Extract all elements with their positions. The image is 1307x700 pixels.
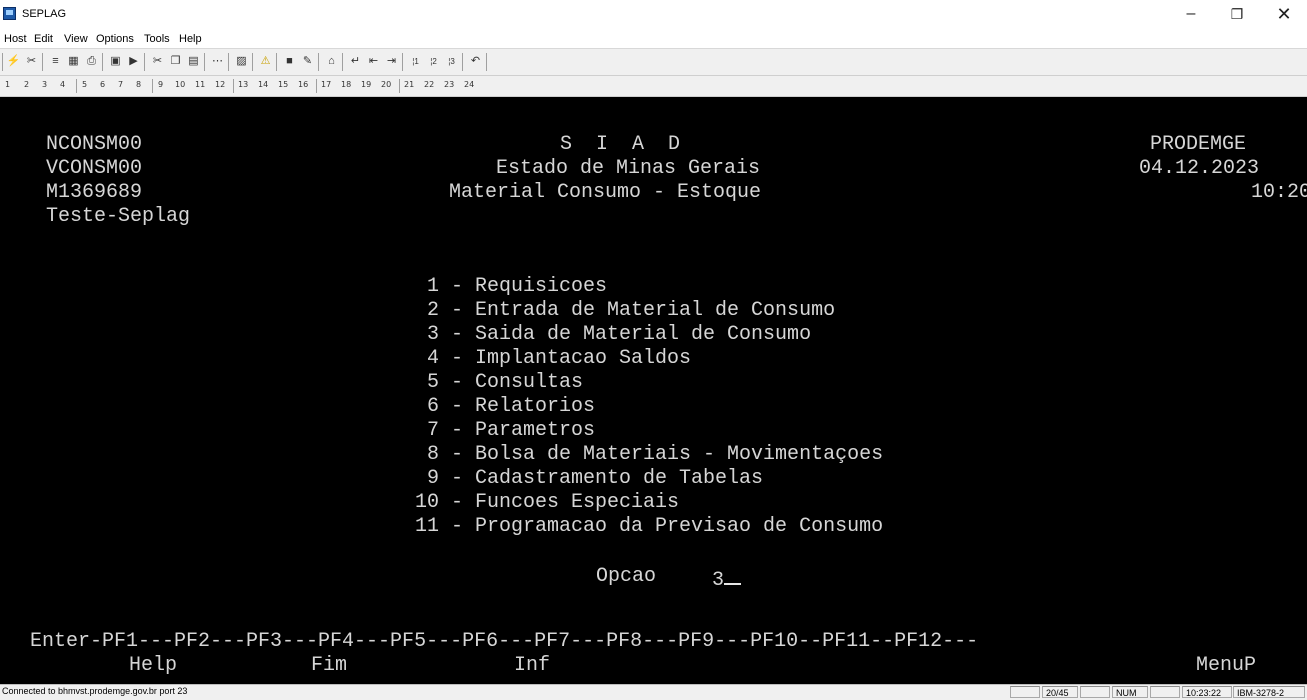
tab-icon[interactable]: ⇥ — [384, 54, 399, 69]
pf15-key[interactable]: 15 — [278, 80, 288, 89]
menu-option-6: 6 - Relatorios — [415, 395, 596, 418]
pf20-key[interactable]: 20 — [381, 80, 391, 89]
pf23-key[interactable]: 23 — [444, 80, 454, 89]
transaction-id: VCONSM00 — [46, 157, 143, 180]
pf3-help-label: Fim — [311, 654, 348, 677]
menu-option-5: 5 - Consultas — [415, 371, 584, 394]
pf14-key[interactable]: 14 — [258, 80, 268, 89]
pf19-key[interactable]: 19 — [361, 80, 371, 89]
menu-tools[interactable]: Tools — [144, 33, 170, 45]
pf17-key[interactable]: 17 — [321, 80, 331, 89]
user-id: M1369689 — [46, 181, 143, 204]
option-value[interactable]: 3 — [712, 569, 724, 592]
terminal-screen[interactable]: NCONSM00 VCONSM00 M1369689 Teste-Seplag … — [0, 97, 1307, 684]
more-icon[interactable]: ⋯ — [210, 54, 225, 69]
menu-edit[interactable]: Edit — [34, 33, 53, 45]
menu-option-8: 8 - Bolsa de Materiais - Movimentaçoes — [415, 443, 884, 466]
copy-icon[interactable]: ❐ — [168, 54, 183, 69]
pa3-icon[interactable]: ¦3 — [444, 54, 459, 69]
cut-icon[interactable]: ✂ — [150, 54, 165, 69]
pf22-key[interactable]: 22 — [424, 80, 434, 89]
screen-icon[interactable]: ■ — [282, 54, 297, 69]
back-tab-icon[interactable]: ⇤ — [366, 54, 381, 69]
connection-status: Connected to bhmvst.prodemge.gov.br port… — [2, 686, 188, 696]
menu-option-4: 4 - Implantacao Saldos — [415, 347, 692, 370]
pf12-help-label: MenuP — [1196, 654, 1257, 677]
paste-icon[interactable]: ▤ — [186, 54, 201, 69]
macro-play-icon[interactable]: ▶ — [126, 54, 141, 69]
pf4-key[interactable]: 4 — [60, 80, 65, 89]
pf10-key[interactable]: 10 — [175, 80, 185, 89]
pa1-icon[interactable]: ¦1 — [408, 54, 423, 69]
cursor-position: 20/45 — [1042, 686, 1078, 698]
system-title: S I A D — [560, 133, 681, 156]
menu-option-3: 3 - Saida de Material de Consumo — [415, 323, 812, 346]
maximize-button[interactable]: ❐ — [1214, 0, 1260, 30]
pf-key-line: Enter-PF1---PF2---PF3---PF4---PF5---PF6-… — [30, 630, 979, 653]
pf13-key[interactable]: 13 — [238, 80, 248, 89]
num-lock-indicator: NUM — [1112, 686, 1148, 698]
print-icon[interactable]: ⎙ — [84, 54, 99, 69]
menu-option-7: 7 - Parametros — [415, 419, 596, 442]
enter-icon[interactable]: ↵ — [348, 54, 363, 69]
disconnect-icon[interactable]: ✂ — [24, 54, 39, 69]
pf5-key[interactable]: 5 — [82, 80, 87, 89]
menu-bar: Host Edit View Options Tools Help — [0, 30, 1307, 49]
pencil-icon[interactable]: ✎ — [300, 54, 315, 69]
app-icon — [3, 7, 16, 20]
pf21-key[interactable]: 21 — [404, 80, 414, 89]
pf7-key[interactable]: 7 — [118, 80, 123, 89]
send-file-icon[interactable]: ≡ — [48, 54, 63, 69]
environment-label: Teste-Seplag — [46, 205, 191, 228]
pf12-key[interactable]: 12 — [215, 80, 225, 89]
clock-display: 10:23:22 — [1182, 686, 1232, 698]
home-icon[interactable]: ⌂ — [324, 54, 339, 69]
program-id: NCONSM00 — [46, 133, 143, 156]
connect-icon[interactable]: ⚡ — [6, 54, 21, 69]
option-input[interactable]: 3 — [712, 565, 742, 593]
menu-host[interactable]: Host — [4, 33, 27, 45]
pf18-key[interactable]: 18 — [341, 80, 351, 89]
undo-icon[interactable]: ↶ — [468, 54, 483, 69]
window-title: SEPLAG — [22, 8, 67, 20]
terminal-model: IBM-3278-2 — [1233, 686, 1305, 698]
menu-view[interactable]: View — [64, 33, 88, 45]
macro-record-icon[interactable]: ▣ — [108, 54, 123, 69]
warning-icon[interactable]: ⚠ — [258, 54, 273, 69]
title-bar: SEPLAG – ❐ ✕ — [0, 0, 1307, 30]
menu-options[interactable]: Options — [96, 33, 134, 45]
pf9-key[interactable]: 9 — [158, 80, 163, 89]
state-title: Estado de Minas Gerais — [496, 157, 761, 180]
pf-key-toolbar: 1 2 3 4 5 6 7 8 9 10 11 12 13 14 15 16 1… — [0, 76, 1307, 97]
time-label: 10:20 — [1251, 181, 1307, 204]
main-toolbar: ⚡ ✂ ≡ ▦ ⎙ ▣ ▶ ✂ ❐ ▤ ⋯ ▨ ⚠ ■ ✎ ⌂ ↵ ⇤ ⇥ ¦1… — [0, 49, 1307, 76]
menu-option-2: 2 - Entrada de Material de Consumo — [415, 299, 836, 322]
pf16-key[interactable]: 16 — [298, 80, 308, 89]
menu-option-1: 1 - Requisicoes — [415, 275, 608, 298]
pf1-help-label: Help — [129, 654, 178, 677]
option-label: Opcao — [596, 565, 657, 588]
company-label: PRODEMGE — [1150, 133, 1247, 156]
pa2-icon[interactable]: ¦2 — [426, 54, 441, 69]
pf8-key[interactable]: 8 — [136, 80, 141, 89]
chart-icon[interactable]: ▨ — [234, 54, 249, 69]
close-button[interactable]: ✕ — [1261, 0, 1307, 30]
text-cursor — [724, 565, 742, 585]
pf5-help-label: Inf — [514, 654, 551, 677]
pf3-key[interactable]: 3 — [42, 80, 47, 89]
pf2-key[interactable]: 2 — [24, 80, 29, 89]
pf24-key[interactable]: 24 — [464, 80, 474, 89]
pf1-key[interactable]: 1 — [5, 80, 10, 89]
pf11-key[interactable]: 11 — [195, 80, 205, 89]
menu-option-9: 9 - Cadastramento de Tabelas — [415, 467, 764, 490]
menu-option-11: 11 - Programacao da Previsao de Consumo — [415, 515, 884, 538]
date-label: 04.12.2023 — [1139, 157, 1260, 180]
menu-help[interactable]: Help — [179, 33, 202, 45]
receive-file-icon[interactable]: ▦ — [66, 54, 81, 69]
menu-option-10: 10 - Funcoes Especiais — [415, 491, 680, 514]
pf6-key[interactable]: 6 — [100, 80, 105, 89]
module-title: Material Consumo - Estoque — [449, 181, 762, 204]
status-bar: Connected to bhmvst.prodemge.gov.br port… — [0, 684, 1307, 700]
minimize-button[interactable]: – — [1168, 0, 1214, 30]
